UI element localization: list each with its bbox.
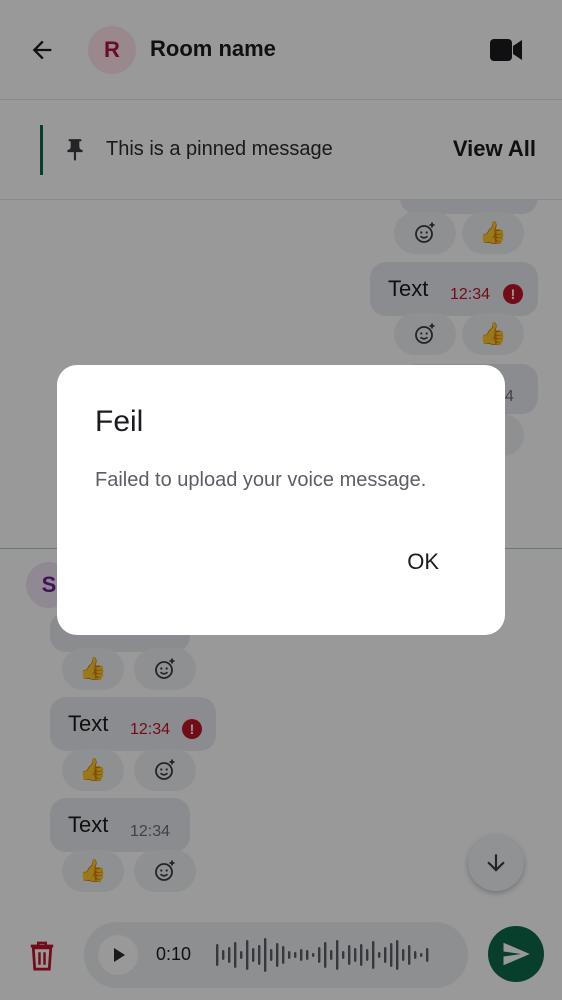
error-dialog: Feil Failed to upload your voice message… bbox=[57, 365, 505, 635]
dialog-title: Feil bbox=[95, 405, 144, 438]
app-screen: R Room name This is a pinned message Vie… bbox=[0, 0, 562, 1000]
dialog-message: Failed to upload your voice message. bbox=[95, 469, 427, 491]
ok-button[interactable]: OK bbox=[407, 545, 439, 579]
